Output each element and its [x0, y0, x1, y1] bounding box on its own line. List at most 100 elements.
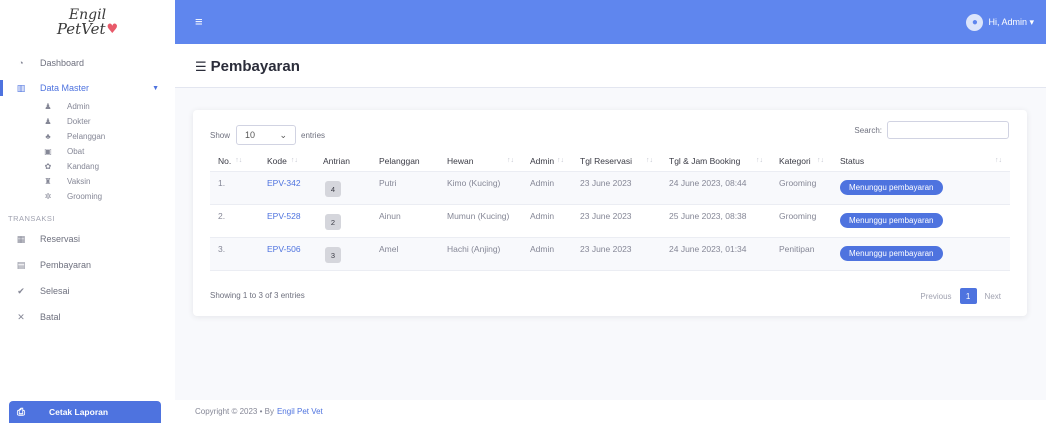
cell-hewan: Kimo (Kucing) [447, 178, 501, 188]
sidebar-item-selesai[interactable]: ✔ Selesai [0, 278, 175, 304]
status-badge[interactable]: Menunggu pembayaran [840, 213, 943, 228]
cell-booking: 25 June 2023, 08:38 [669, 211, 747, 221]
next-button[interactable]: Next [985, 292, 1001, 301]
cell-booking: 24 June 2023, 01:34 [669, 244, 747, 254]
table-icon: ▥ [16, 82, 26, 93]
user-doctor-icon: ♟ [44, 117, 52, 126]
sort-icon: ↑↓ [557, 157, 564, 164]
syringe-icon: ♜ [44, 177, 52, 186]
check-icon: ✔ [17, 285, 25, 296]
pagination: Previous 1 Next [920, 288, 1001, 304]
cell-no: 1. [218, 178, 226, 188]
user-menu[interactable]: ● Hi, Admin ▾ [966, 14, 1034, 31]
previous-button[interactable]: Previous [920, 292, 951, 301]
sidebar-subitem-admin[interactable]: ♟ Admin [0, 99, 175, 114]
column-header-tgl-jam-booking[interactable]: Tgl & Jam Booking ↑↓ [661, 156, 771, 166]
sort-icon: ↑↓ [646, 157, 653, 164]
column-header-hewan[interactable]: Hewan ↑↓ [439, 156, 522, 166]
sidebar: Engil PetVet ♥ ◔ Dashboard ▥ Data Master … [0, 0, 175, 423]
print-icon: ⎙ [17, 406, 25, 418]
paw-heart-icon: ♥ [106, 21, 119, 37]
column-header-antrian[interactable]: Antrian [315, 156, 371, 166]
table-info: Showing 1 to 3 of 3 entries [210, 291, 305, 300]
table-row: 1. EPV-342 4 Putri Kimo (Kucing) Admin 23 June… [210, 172, 1010, 205]
sidebar-item-dashboard[interactable]: ◔ Dashboard [0, 52, 175, 74]
footer: Copyright © 2023 • By Engil Pet Vet [175, 400, 1046, 423]
page-button-current[interactable]: 1 [959, 288, 977, 304]
cell-hewan: Hachi (Anjing) [447, 244, 501, 254]
cell-tgl-reservasi: 23 June 2023 [580, 211, 632, 221]
cell-antrian: 3 [315, 244, 371, 263]
sidebar-item-pembayaran[interactable]: ▤ Pembayaran [0, 252, 175, 278]
database-icon: ▤ [16, 259, 26, 270]
entries-label: entries [301, 130, 326, 140]
sidebar-subitem-pelanggan[interactable]: ♣ Pelanggan [0, 129, 175, 144]
status-badge[interactable]: Menunggu pembayaran [840, 180, 943, 195]
sidebar-item-reservasi[interactable]: ▦ Reservasi [0, 226, 175, 252]
sidebar-subitem-vaksin[interactable]: ♜ Vaksin [0, 174, 175, 189]
cell-booking: 24 June 2023, 08:44 [669, 178, 747, 188]
sort-icon: ↑↓ [995, 157, 1002, 164]
sidebar-subitem-grooming[interactable]: ✲ Grooming [0, 189, 175, 204]
page-header: ☰ Pembayaran [175, 44, 1046, 88]
payments-card: Show 10 ⌄ entries Search: No. ↑↓ Kode ↑↓ A… [193, 110, 1027, 316]
footer-brand-link[interactable]: Engil Pet Vet [277, 407, 323, 416]
sidebar-item-batal[interactable]: ✕ Batal [0, 304, 175, 330]
search-input[interactable] [887, 121, 1009, 139]
cell-kode-link[interactable]: EPV-342 [259, 178, 315, 188]
entries-value: 10 [245, 130, 256, 140]
entries-select[interactable]: 10 ⌄ [236, 125, 297, 145]
cell-pelanggan: Putri [379, 178, 397, 188]
table-search: Search: [854, 121, 1009, 139]
brand-logo[interactable]: Engil PetVet ♥ [0, 0, 175, 44]
cell-admin: Admin [530, 244, 555, 254]
users-icon: ♣ [45, 132, 51, 141]
sidebar-subitem-dokter[interactable]: ♟ Dokter [0, 114, 175, 129]
caret-down-icon: ▼ [152, 84, 159, 92]
data-master-submenu: ♟ Admin ♟ Dokter ♣ Pelanggan ▣ Obat ✿ Kandang ♜ Vak… [0, 99, 175, 204]
user-icon: ♟ [44, 102, 52, 111]
table-row: 3. EPV-506 3 Amel Hachi (Anjing) Admin 23 June… [210, 238, 1010, 271]
cetak-laporan-button[interactable]: ⎙ Cetak Laporan [9, 401, 161, 423]
cell-pelanggan: Amel [379, 244, 399, 254]
payments-table: No. ↑↓ Kode ↑↓ Antrian Pelanggan Hewan ↑↓ A… [210, 150, 1010, 271]
queue-badge: 4 [325, 181, 341, 197]
sidebar-item-label: Reservasi [40, 234, 81, 244]
sidebar-subitem-kandang[interactable]: ✿ Kandang [0, 159, 175, 174]
sidebar-subitem-obat[interactable]: ▣ Obat [0, 144, 175, 159]
sidebar-subitem-label: Kandang [67, 162, 100, 171]
sidebar-subitem-label: Vaksin [67, 177, 91, 186]
cell-kode-link[interactable]: EPV-506 [259, 244, 315, 254]
sort-icon: ↑↓ [290, 157, 298, 164]
show-label: Show [210, 130, 231, 140]
status-badge[interactable]: Menunggu pembayaran [840, 246, 943, 261]
sidebar-subitem-label: Admin [67, 102, 90, 111]
column-header-kategori[interactable]: Kategori ↑↓ [771, 156, 832, 166]
column-header-tgl-reservasi[interactable]: Tgl Reservasi ↑↓ [572, 156, 661, 166]
times-icon: ✕ [17, 311, 25, 322]
menu-toggle-icon[interactable]: ≡ [195, 14, 203, 29]
column-header-admin[interactable]: Admin ↑↓ [522, 156, 572, 166]
cell-status: Menunggu pembayaran [832, 178, 1010, 195]
sidebar-item-data-master[interactable]: ▥ Data Master ▼ [0, 77, 175, 99]
avatar: ● [966, 14, 984, 31]
section-label-transaksi: TRANSAKSI [8, 214, 56, 223]
sidebar-subitem-label: Pelanggan [67, 132, 106, 141]
cell-kategori: Penitipan [779, 244, 815, 254]
sidebar-item-label: Batal [40, 312, 61, 322]
sidebar-subitem-label: Obat [67, 147, 85, 156]
cell-no: 3. [218, 244, 226, 254]
cell-antrian: 2 [315, 211, 371, 230]
column-header-pelanggan[interactable]: Pelanggan [371, 156, 439, 166]
sidebar-subitem-label: Grooming [67, 192, 103, 201]
chevron-down-icon: ⌄ [279, 129, 288, 140]
search-label: Search: [854, 125, 882, 135]
table-row: 2. EPV-528 2 Ainun Mumun (Kucing) Admin 23 Jun… [210, 205, 1010, 238]
cell-kode-link[interactable]: EPV-528 [259, 211, 315, 221]
column-header-status[interactable]: Status ↑↓ [832, 156, 1010, 166]
column-header-no[interactable]: No. ↑↓ [210, 156, 259, 166]
brand-logo-line2: PetVet [56, 19, 106, 38]
column-header-kode[interactable]: Kode ↑↓ [259, 156, 315, 166]
database-icon: ☰ [195, 58, 207, 74]
table-body: 1. EPV-342 4 Putri Kimo (Kucing) Admin 23 June… [210, 172, 1010, 271]
